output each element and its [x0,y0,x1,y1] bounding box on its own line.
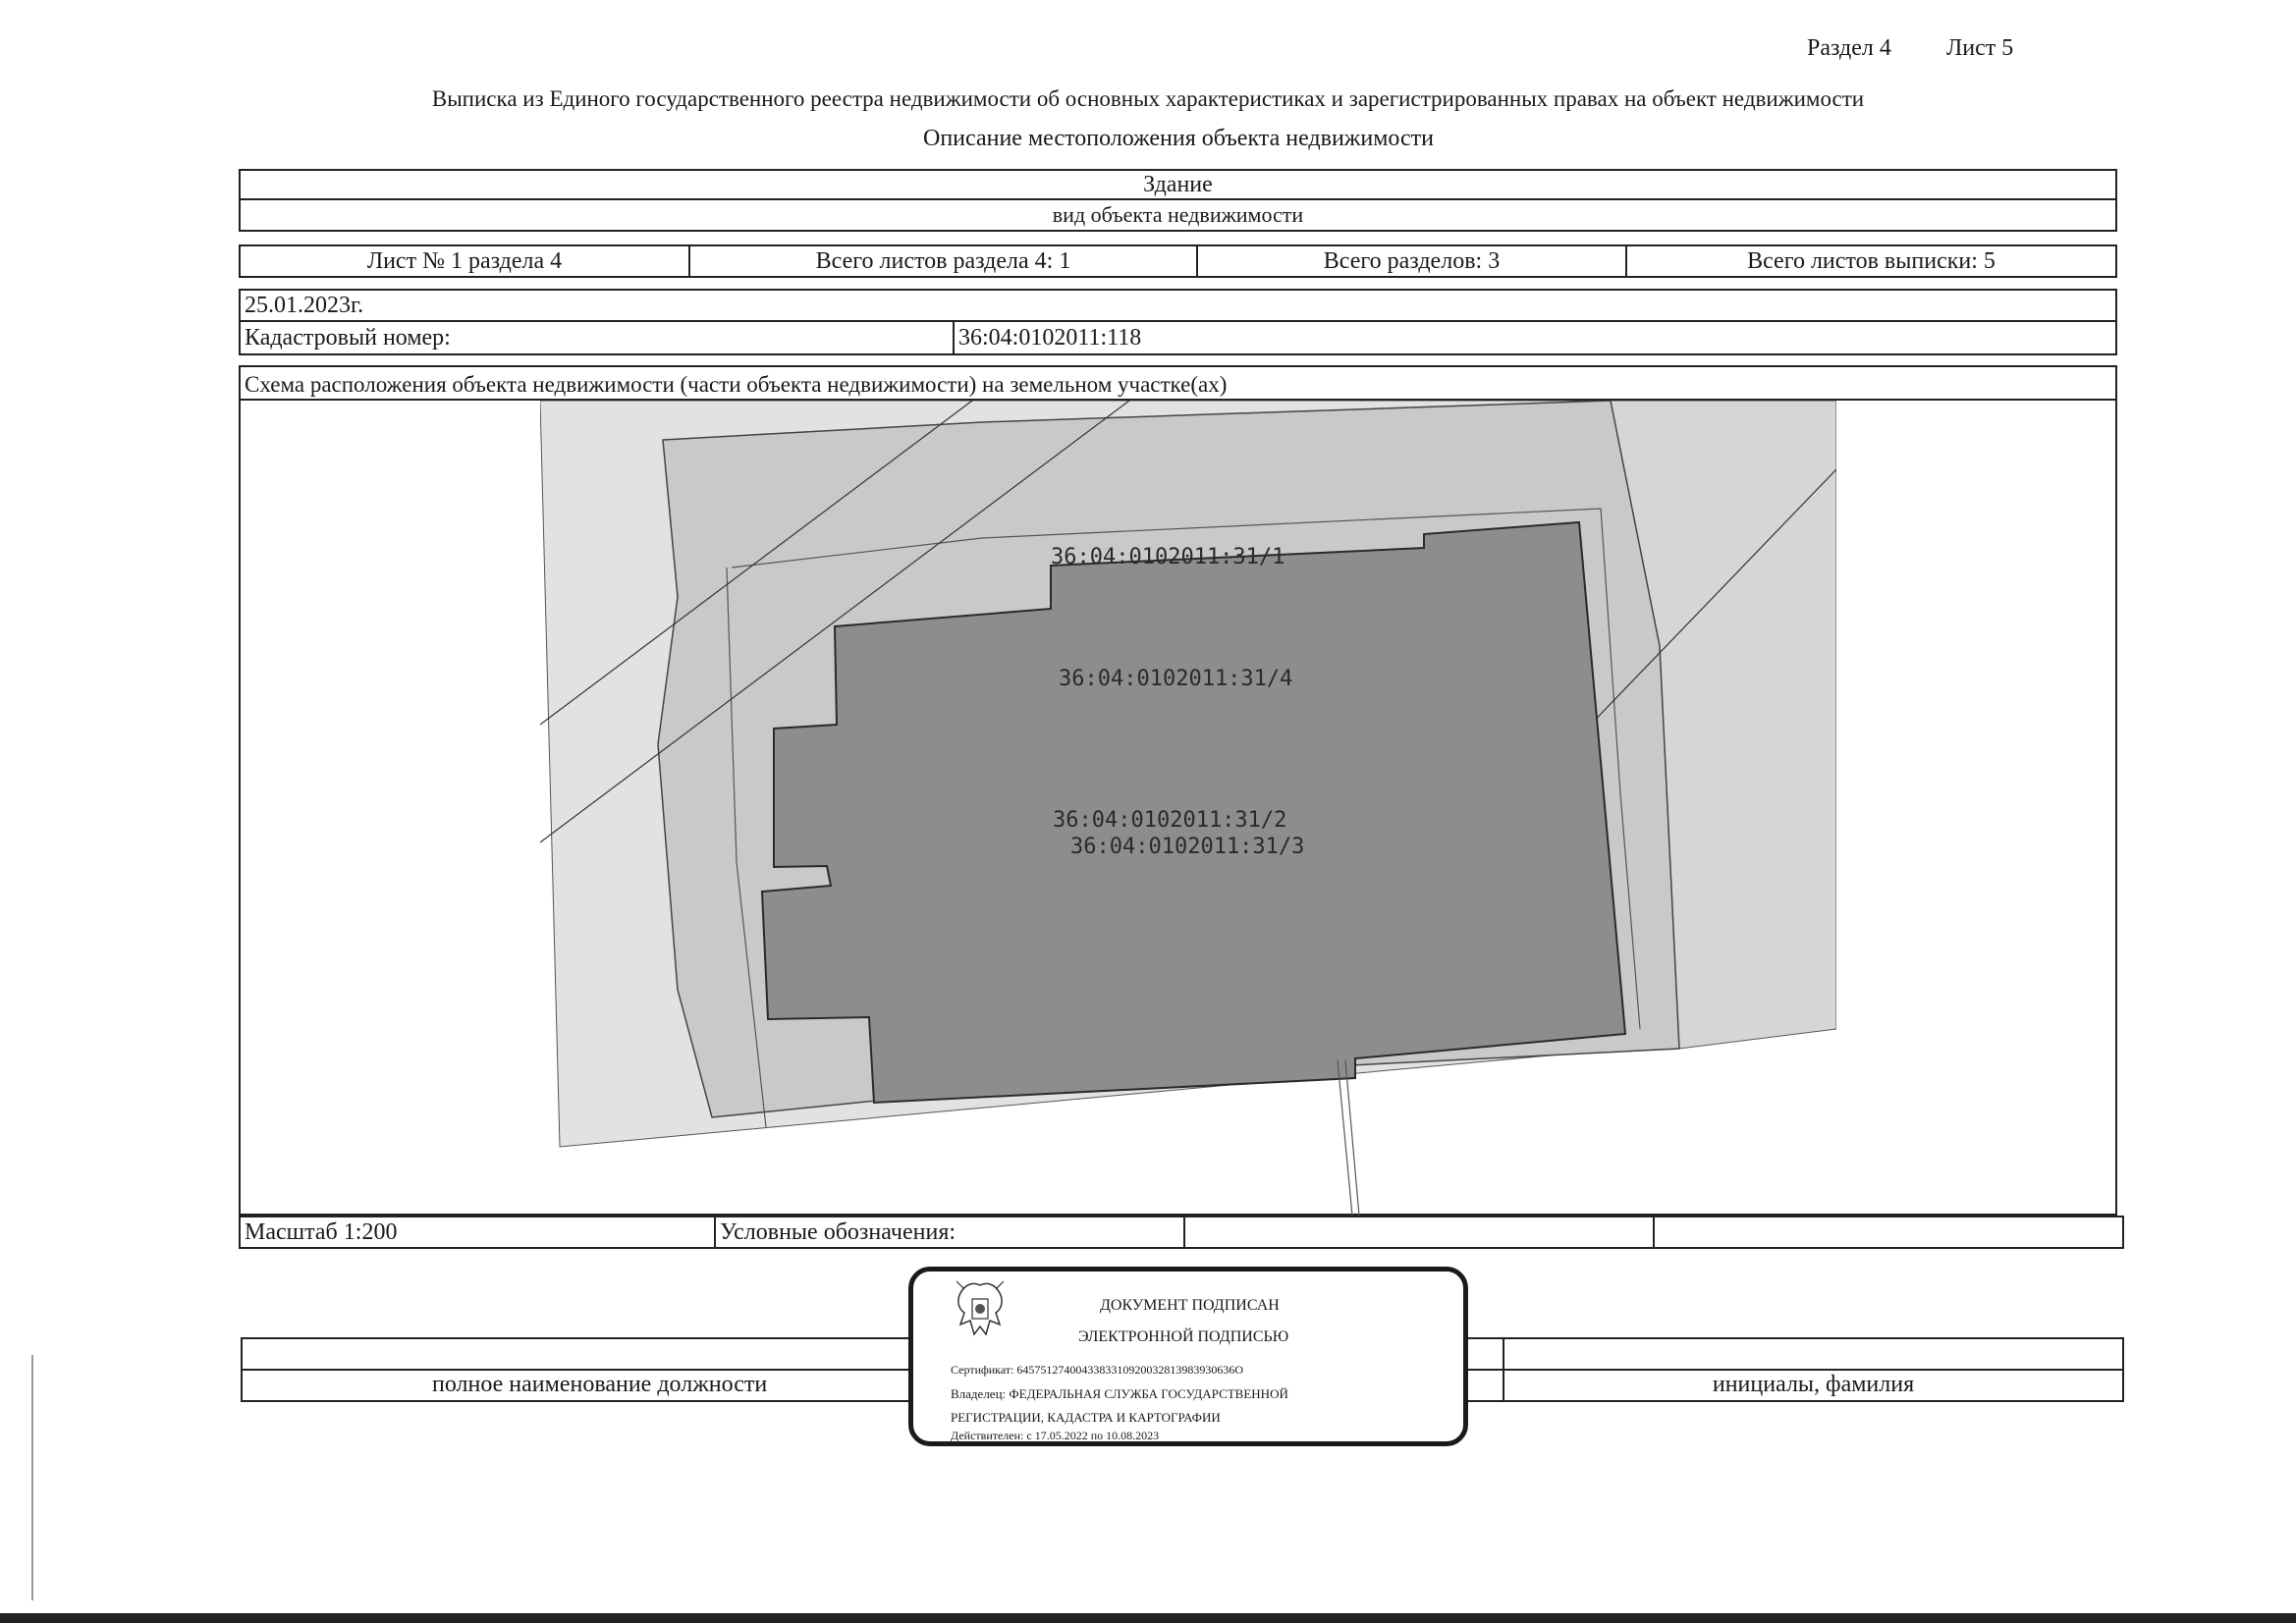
scheme-title: Схема расположения объекта недвижимости … [245,372,1228,397]
electronic-signature-stamp: ДОКУМЕНТ ПОДПИСАН ЭЛЕКТРОННОЙ ПОДПИСЬЮ С… [908,1267,1468,1446]
total-section-sheets: Всего листов раздела 4: 1 [690,246,1198,276]
object-type-caption-row: вид объекта недвижимости [239,200,2117,232]
stamp-title-line1: ДОКУМЕНТ ПОДПИСАН [1100,1297,1280,1314]
stamp-validity: Действителен: с 17.05.2022 по 10.08.2023 [951,1429,1160,1442]
total-extract-sheets: Всего листов выписки: 5 [1747,247,1995,274]
cadastral-row: Кадастровый номер: 36:04:0102011:118 [239,322,2117,355]
stamp-owner-line1: Владелец: ФЕДЕРАЛЬНАЯ СЛУЖБА ГОСУДАРСТВЕ… [951,1386,1288,1401]
name-caption: инициалы, фамилия [1712,1371,1915,1397]
part-label-3: 36:04:0102011:31/3 [1070,835,1304,859]
stamp-certificate: Сертификат: 6457512740043383310920032813… [951,1363,1244,1377]
sheets-row: Лист № 1 раздела 4 Всего листов раздела … [239,244,2117,278]
legend-row: Масштаб 1:200 Условные обозначения: [239,1216,2124,1249]
axis-line [1344,1059,1360,1216]
legend-symbols-label: Условные обозначения: [716,1217,1185,1247]
cadastral-label: Кадастровый номер: [241,322,955,353]
scan-left-edge [31,1355,33,1600]
part-label-2: 36:04:0102011:31/2 [1053,808,1286,833]
location-scheme: 36:04:0102011:31/1 36:04:0102011:31/4 36… [540,401,1836,1216]
emblem-icon [956,1280,1005,1336]
object-type-value: Здание [1143,171,1213,197]
document-title: Выписка из Единого государственного реес… [431,86,1865,111]
scale-label: Масштаб 1:200 [241,1217,716,1247]
cadastral-value: 36:04:0102011:118 [958,324,1142,351]
stamp-title-line2: ЭЛЕКТРОННОЙ ПОДПИСЬЮ [1078,1328,1289,1345]
total-sections: Всего разделов: 3 [1198,246,1627,276]
part-label-4: 36:04:0102011:31/4 [1059,667,1292,691]
stamp-owner-line2: РЕГИСТРАЦИИ, КАДАСТРА И КАРТОГРАФИИ [951,1410,1221,1425]
legend-empty-cell [1185,1217,1655,1247]
date-row: 25.01.2023г. [239,289,2117,322]
axis-line [1337,1059,1353,1216]
object-type-caption: вид объекта недвижимости [1052,202,1304,227]
legend-empty-cell [1655,1217,2122,1247]
scan-bottom-edge [0,1613,2296,1623]
object-type-row: Здание [239,169,2117,200]
section-number: Раздел 4 [1807,35,1891,61]
extract-date: 25.01.2023г. [245,292,364,318]
document-subtitle: Описание местоположения объекта недвижим… [923,126,1434,151]
sheet-of-section: Лист № 1 раздела 4 [241,246,690,276]
name-cell [1504,1339,2122,1369]
sheet-number: Лист 5 [1946,35,2014,61]
part-label-1: 36:04:0102011:31/1 [1051,545,1285,569]
